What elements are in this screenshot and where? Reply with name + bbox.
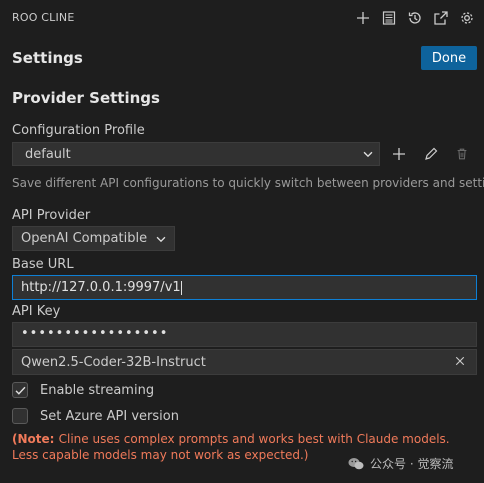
configuration-profile-value: default [25, 147, 71, 162]
top-bar: ROO CLINE [0, 0, 484, 36]
base-url-input[interactable]: http://127.0.0.1:9997/v1 [12, 275, 477, 300]
popout-icon[interactable] [428, 8, 454, 28]
api-key-label: API Key [12, 304, 61, 319]
configuration-profile-select[interactable]: default [12, 142, 380, 166]
plus-icon[interactable] [350, 8, 376, 28]
close-icon[interactable] [452, 353, 468, 369]
history-list-icon[interactable] [376, 8, 402, 28]
wechat-icon [348, 457, 364, 471]
chevron-down-icon [361, 147, 375, 165]
model-id-input[interactable]: Qwen2.5-Coder-32B-Instruct [12, 349, 477, 375]
trash-icon[interactable] [451, 143, 473, 165]
azure-api-version-row[interactable]: Set Azure API version [12, 406, 179, 426]
base-url-value: http://127.0.0.1:9997/v1 [21, 280, 181, 295]
top-toolbar [350, 8, 480, 28]
settings-title: Settings [12, 49, 83, 67]
api-provider-value: OpenAI Compatible [21, 231, 148, 246]
azure-api-version-label: Set Azure API version [40, 408, 179, 424]
api-provider-label: API Provider [12, 208, 91, 223]
app-title: ROO CLINE [12, 11, 75, 24]
chevron-down-icon [154, 232, 168, 250]
provider-settings-heading: Provider Settings [12, 89, 160, 107]
configuration-hint: Save different API configurations to qui… [12, 176, 484, 190]
model-id-value: Qwen2.5-Coder-32B-Instruct [21, 355, 206, 370]
note-prefix: (Note: [12, 432, 59, 446]
api-provider-select[interactable]: OpenAI Compatible [12, 226, 175, 251]
checkmark-icon [15, 386, 25, 395]
add-profile-icon[interactable] [388, 143, 410, 165]
azure-api-version-checkbox[interactable] [12, 408, 28, 424]
done-button[interactable]: Done [421, 46, 477, 70]
watermark: 公众号 · 觉察流 [348, 455, 453, 472]
api-key-value: ••••••••••••••••• [21, 326, 169, 341]
base-url-label: Base URL [12, 257, 74, 272]
watermark-text: 公众号 · 觉察流 [370, 457, 454, 471]
gear-icon[interactable] [454, 8, 480, 28]
enable-streaming-label: Enable streaming [40, 382, 155, 398]
history-icon[interactable] [402, 8, 428, 28]
api-key-input[interactable]: ••••••••••••••••• [12, 322, 477, 347]
text-cursor [180, 280, 182, 295]
enable-streaming-row[interactable]: Enable streaming [12, 380, 154, 400]
configuration-profile-label: Configuration Profile [12, 123, 145, 138]
enable-streaming-checkbox[interactable] [12, 382, 28, 398]
edit-profile-icon[interactable] [420, 143, 442, 165]
